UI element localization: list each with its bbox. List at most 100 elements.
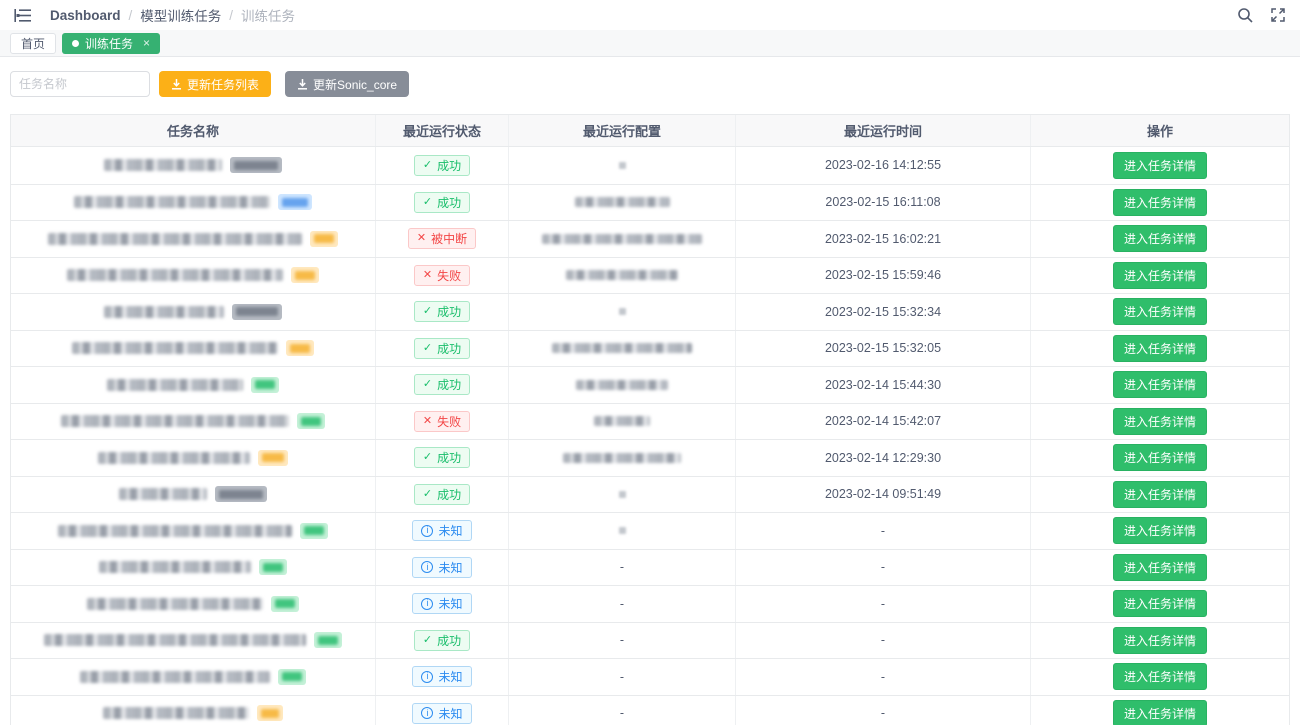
config-cell [509,221,736,257]
run-time-value: - [881,524,885,538]
task-tag-redacted [236,307,278,316]
top-header: Dashboard / 模型训练任务 / 训练任务 [0,0,1300,30]
task-name-cell [11,367,376,403]
run-time-value: 2023-02-14 12:29:30 [825,451,941,465]
status-badge: ✕ 被中断 [408,228,476,249]
status-label: 成功 [437,340,461,357]
task-name-search-input[interactable] [10,71,150,97]
action-cell: 进入任务详情 [1031,221,1289,257]
config-empty: - [620,597,624,611]
action-cell: 进入任务详情 [1031,477,1289,513]
status-label: 被中断 [431,230,467,247]
enter-task-detail-button[interactable]: 进入任务详情 [1113,590,1207,617]
action-cell: 进入任务详情 [1031,696,1289,725]
status-icon: ✓ [423,635,432,646]
table-row: ✓ 成功 2023-02-14 09:51:49 进入任务详情 [11,476,1289,513]
table-row: i 未知 - - 进入任务详情 [11,658,1289,695]
tab-training-tasks-label: 训练任务 [85,35,133,52]
task-tag [251,377,279,393]
enter-task-detail-button[interactable]: 进入任务详情 [1113,444,1207,471]
table-row: ✕ 失败 2023-02-14 15:42:07 进入任务详情 [11,403,1289,440]
enter-task-detail-button[interactable]: 进入任务详情 [1113,627,1207,654]
status-cell: ✕ 失败 [376,258,509,294]
open-tabs-bar: 首页 训练任务 × [0,30,1300,57]
task-name-cell [11,623,376,659]
status-label: 成功 [437,157,461,174]
task-name-redacted [44,634,306,646]
enter-task-detail-button[interactable]: 进入任务详情 [1113,225,1207,252]
status-icon: ✕ [423,270,432,281]
enter-task-detail-button[interactable]: 进入任务详情 [1113,152,1207,179]
status-icon: i [421,561,433,573]
enter-task-detail-button[interactable]: 进入任务详情 [1113,408,1207,435]
table-row: ✓ 成功 2023-02-16 14:12:55 进入任务详情 [11,147,1289,184]
status-label: 未知 [438,522,462,539]
status-cell: i 未知 [376,513,509,549]
breadcrumb-model-training[interactable]: 模型训练任务 [140,5,221,25]
run-time-value: 2023-02-15 15:59:46 [825,268,941,282]
update-task-list-button[interactable]: 更新任务列表 [159,71,271,97]
tab-close-icon[interactable]: × [143,36,150,50]
status-icon: ✕ [423,416,432,427]
enter-task-detail-button[interactable]: 进入任务详情 [1113,189,1207,216]
search-icon[interactable] [1237,7,1254,24]
status-cell: ✕ 被中断 [376,221,509,257]
status-cell: i 未知 [376,659,509,695]
table-row: ✓ 成功 2023-02-14 15:44:30 进入任务详情 [11,366,1289,403]
enter-task-detail-button[interactable]: 进入任务详情 [1113,663,1207,690]
task-name-redacted [87,598,263,610]
enter-task-detail-button[interactable]: 进入任务详情 [1113,335,1207,362]
menu-fold-icon[interactable] [14,8,32,23]
task-name-redacted [104,306,224,318]
run-time-value: 2023-02-16 14:12:55 [825,158,941,172]
tab-training-tasks[interactable]: 训练任务 × [62,33,160,54]
column-run-status: 最近运行状态 [376,115,509,146]
run-time-cell: - [736,586,1031,622]
task-tag-redacted [282,672,302,681]
status-badge: ✓ 成功 [414,301,470,322]
config-cell [509,404,736,440]
status-icon: i [421,671,433,683]
task-tag-redacted [295,271,315,280]
fullscreen-icon[interactable] [1270,7,1286,23]
config-cell [509,258,736,294]
task-name-cell [11,477,376,513]
config-empty: - [620,560,624,574]
config-redacted [542,234,702,244]
enter-task-detail-button[interactable]: 进入任务详情 [1113,517,1207,544]
status-icon: i [421,525,433,537]
task-name-cell [11,404,376,440]
task-name-cell [11,586,376,622]
training-tasks-table: 任务名称 最近运行状态 最近运行配置 最近运行时间 操作 ✓ 成功 2023-0… [10,114,1290,725]
status-cell: ✓ 成功 [376,331,509,367]
enter-task-detail-button[interactable]: 进入任务详情 [1113,298,1207,325]
config-redacted [576,380,668,390]
tab-home[interactable]: 首页 [10,33,56,54]
config-redacted-dot [619,162,626,169]
task-name-redacted [61,415,289,427]
enter-task-detail-button[interactable]: 进入任务详情 [1113,554,1207,581]
table-header-row: 任务名称 最近运行状态 最近运行配置 最近运行时间 操作 [11,115,1289,147]
status-badge: i 未知 [412,520,471,541]
status-badge: ✓ 成功 [414,484,470,505]
task-tag [257,705,283,721]
task-tag [215,486,267,502]
action-cell: 进入任务详情 [1031,586,1289,622]
config-cell: - [509,586,736,622]
config-redacted [594,416,650,426]
status-badge: ✓ 成功 [414,155,470,176]
run-time-cell: - [736,550,1031,586]
run-time-value: 2023-02-14 15:42:07 [825,414,941,428]
breadcrumb-dashboard[interactable]: Dashboard [50,8,121,23]
enter-task-detail-button[interactable]: 进入任务详情 [1113,700,1207,725]
run-time-cell: 2023-02-15 16:02:21 [736,221,1031,257]
task-name-cell [11,185,376,221]
enter-task-detail-button[interactable]: 进入任务详情 [1113,481,1207,508]
config-redacted-dot [619,308,626,315]
enter-task-detail-button[interactable]: 进入任务详情 [1113,262,1207,289]
task-name-cell [11,258,376,294]
update-sonic-core-button[interactable]: 更新Sonic_core [285,71,409,97]
enter-task-detail-button[interactable]: 进入任务详情 [1113,371,1207,398]
config-empty: - [620,670,624,684]
config-redacted [566,270,678,280]
